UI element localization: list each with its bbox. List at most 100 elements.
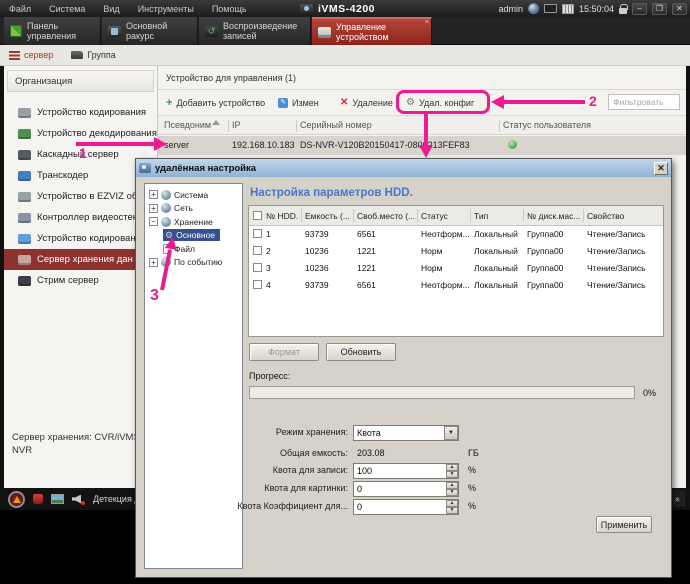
alarm-event-icon[interactable]	[33, 494, 43, 504]
picture-quota-stepper[interactable]: ▲▼	[446, 482, 458, 496]
device-icon	[318, 27, 331, 38]
spin-down-icon[interactable]: ▼	[446, 507, 458, 514]
col-user-status[interactable]: Статус пользователя	[503, 120, 591, 130]
apply-button[interactable]: Применить	[596, 516, 652, 533]
hdd-row-2[interactable]: 2 10236 1221 Норм Локальный Группа00 Чте…	[249, 243, 663, 260]
tab-label: Воспроизведение записей	[223, 21, 304, 41]
spin-up-icon[interactable]: ▲	[446, 464, 458, 471]
tab-playback[interactable]: ↺ Воспроизведение записей	[199, 17, 311, 45]
row-checkbox[interactable]	[253, 263, 262, 272]
tab-control-panel[interactable]: Панель управления	[4, 17, 101, 45]
menu-file[interactable]: Файл	[0, 0, 40, 17]
hdd-capacity: 93739	[305, 280, 329, 290]
storage-mode-select[interactable]: Квота ▼	[353, 425, 459, 441]
format-button[interactable]: Формат	[249, 343, 319, 361]
ratio-quota-stepper[interactable]: ▲▼	[446, 500, 458, 514]
col-ip[interactable]: IP	[232, 120, 241, 130]
tree-item-general[interactable]: ⚙ Основное	[145, 229, 242, 243]
device-toolbar: + Добавить устройство ✎ Измен ✕ Удаление…	[158, 90, 686, 115]
row-checkbox[interactable]	[253, 280, 262, 289]
col-serial[interactable]: Серийный номер	[300, 120, 372, 130]
hdd-col-group: № диск.мас...	[527, 211, 580, 221]
sound-muted-icon[interactable]	[72, 494, 85, 505]
sidebar-item-decoding-device[interactable]: Устройство декодирования	[4, 123, 157, 144]
menu-view[interactable]: Вид	[94, 0, 128, 17]
tree-item-storage[interactable]: − Хранение	[145, 215, 242, 229]
picture-quota-field[interactable]: ▲▼	[353, 481, 459, 497]
dialog-titlebar[interactable]: удалённая настройка ✕	[136, 159, 671, 177]
hdd-group: Группа00	[527, 246, 563, 256]
device-row-server[interactable]: server 192.168.10.183 DS-NVR-V120B201504…	[158, 136, 686, 155]
chevron-down-icon[interactable]: ▼	[444, 426, 458, 440]
dialog-icon	[139, 163, 151, 173]
expand-plus-icon[interactable]: +	[149, 258, 158, 267]
record-quota-input[interactable]	[354, 464, 446, 478]
edit-device-button[interactable]: ✎ Измен	[278, 90, 319, 115]
refresh-button[interactable]: Обновить	[326, 343, 396, 361]
tree-label: Сеть	[174, 203, 193, 213]
tv-wall-icon[interactable]	[544, 4, 557, 13]
device-table-header[interactable]: Псевдоним IP Серийный номер Статус польз…	[158, 115, 686, 135]
remote-config-button[interactable]: ⚙ Удал. конфиг	[406, 90, 474, 115]
row-checkbox[interactable]	[253, 229, 262, 238]
hdd-status: Неотформ...	[421, 229, 470, 239]
ratio-quota-input[interactable]	[354, 500, 446, 514]
category-icon	[161, 257, 171, 267]
calendar-icon[interactable]	[562, 4, 574, 14]
sidebar-header: Организация	[7, 70, 154, 92]
ratio-quota-label: Квота Коэффициент для...	[136, 501, 348, 511]
lock-icon[interactable]	[619, 4, 627, 14]
menu-system[interactable]: Система	[40, 0, 94, 17]
storage-server-footer-label: Сервер хранения: CVR/iVMS-NVR	[12, 432, 153, 458]
hdd-row-4[interactable]: 4 93739 6561 Неотформ... Локальный Групп…	[249, 277, 663, 294]
column-separator	[499, 120, 500, 132]
plus-icon: +	[166, 97, 172, 109]
expand-plus-icon[interactable]: +	[149, 204, 158, 213]
spin-down-icon[interactable]: ▼	[446, 489, 458, 496]
expand-alarm-panel-icon[interactable]: «	[671, 490, 685, 507]
tree-item-network[interactable]: + Сеть	[145, 202, 242, 216]
select-all-checkbox[interactable]	[253, 211, 262, 220]
sidebar-item-encoding-device[interactable]: Устройство кодирования	[4, 102, 157, 123]
add-device-button[interactable]: + Добавить устройство	[166, 90, 265, 115]
filter-input[interactable]	[608, 94, 680, 110]
minimize-button[interactable]: –	[632, 3, 647, 15]
maximize-button[interactable]: ❐	[652, 3, 667, 15]
menu-help[interactable]: Помощь	[203, 0, 256, 17]
globe-icon[interactable]	[528, 3, 539, 14]
row-checkbox[interactable]	[253, 246, 262, 255]
spin-down-icon[interactable]: ▼	[446, 471, 458, 478]
tab-device-management[interactable]: Управление устройством ×	[312, 17, 432, 45]
subtab-server[interactable]: сервер	[6, 48, 62, 62]
app-title-wrap: iVMS-4200	[300, 0, 375, 17]
subtab-group[interactable]: Группа	[68, 48, 125, 62]
tree-item-system[interactable]: + Система	[145, 188, 242, 202]
tree-item-event[interactable]: + По событию	[145, 256, 242, 270]
column-separator	[417, 209, 418, 222]
sidebar-item-label: Транскодер	[37, 170, 88, 181]
close-button[interactable]: ✕	[672, 3, 687, 15]
menu-tools[interactable]: Инструменты	[129, 0, 203, 17]
collapse-minus-icon[interactable]: −	[149, 217, 158, 226]
alarm-icon[interactable]	[8, 491, 25, 508]
edit-device-label: Измен	[292, 98, 319, 108]
hdd-status: Неотформ...	[421, 280, 470, 290]
spin-up-icon[interactable]: ▲	[446, 482, 458, 489]
record-quota-stepper[interactable]: ▲▼	[446, 464, 458, 478]
expand-plus-icon[interactable]: +	[149, 190, 158, 199]
tab-close-icon[interactable]: ×	[425, 19, 429, 26]
hdd-type: Локальный	[474, 280, 518, 290]
dialog-close-button[interactable]: ✕	[654, 162, 668, 175]
picture-quota-input[interactable]	[354, 482, 446, 496]
spin-up-icon[interactable]: ▲	[446, 500, 458, 507]
record-quota-field[interactable]: ▲▼	[353, 463, 459, 479]
hdd-row-3[interactable]: 3 10236 1221 Норм Локальный Группа00 Чте…	[249, 260, 663, 277]
ratio-quota-field[interactable]: ▲▼	[353, 499, 459, 515]
tree-item-file[interactable]: Файл	[145, 242, 242, 256]
delete-device-button[interactable]: ✕ Удаление	[340, 90, 393, 115]
camera-view-icon	[108, 26, 121, 37]
picture-event-icon[interactable]	[51, 494, 64, 504]
hdd-row-1[interactable]: 1 93739 6561 Неотформ... Локальный Групп…	[249, 226, 663, 243]
tab-main-view[interactable]: Основной ракурс	[102, 17, 198, 45]
col-alias[interactable]: Псевдоним	[164, 120, 211, 130]
